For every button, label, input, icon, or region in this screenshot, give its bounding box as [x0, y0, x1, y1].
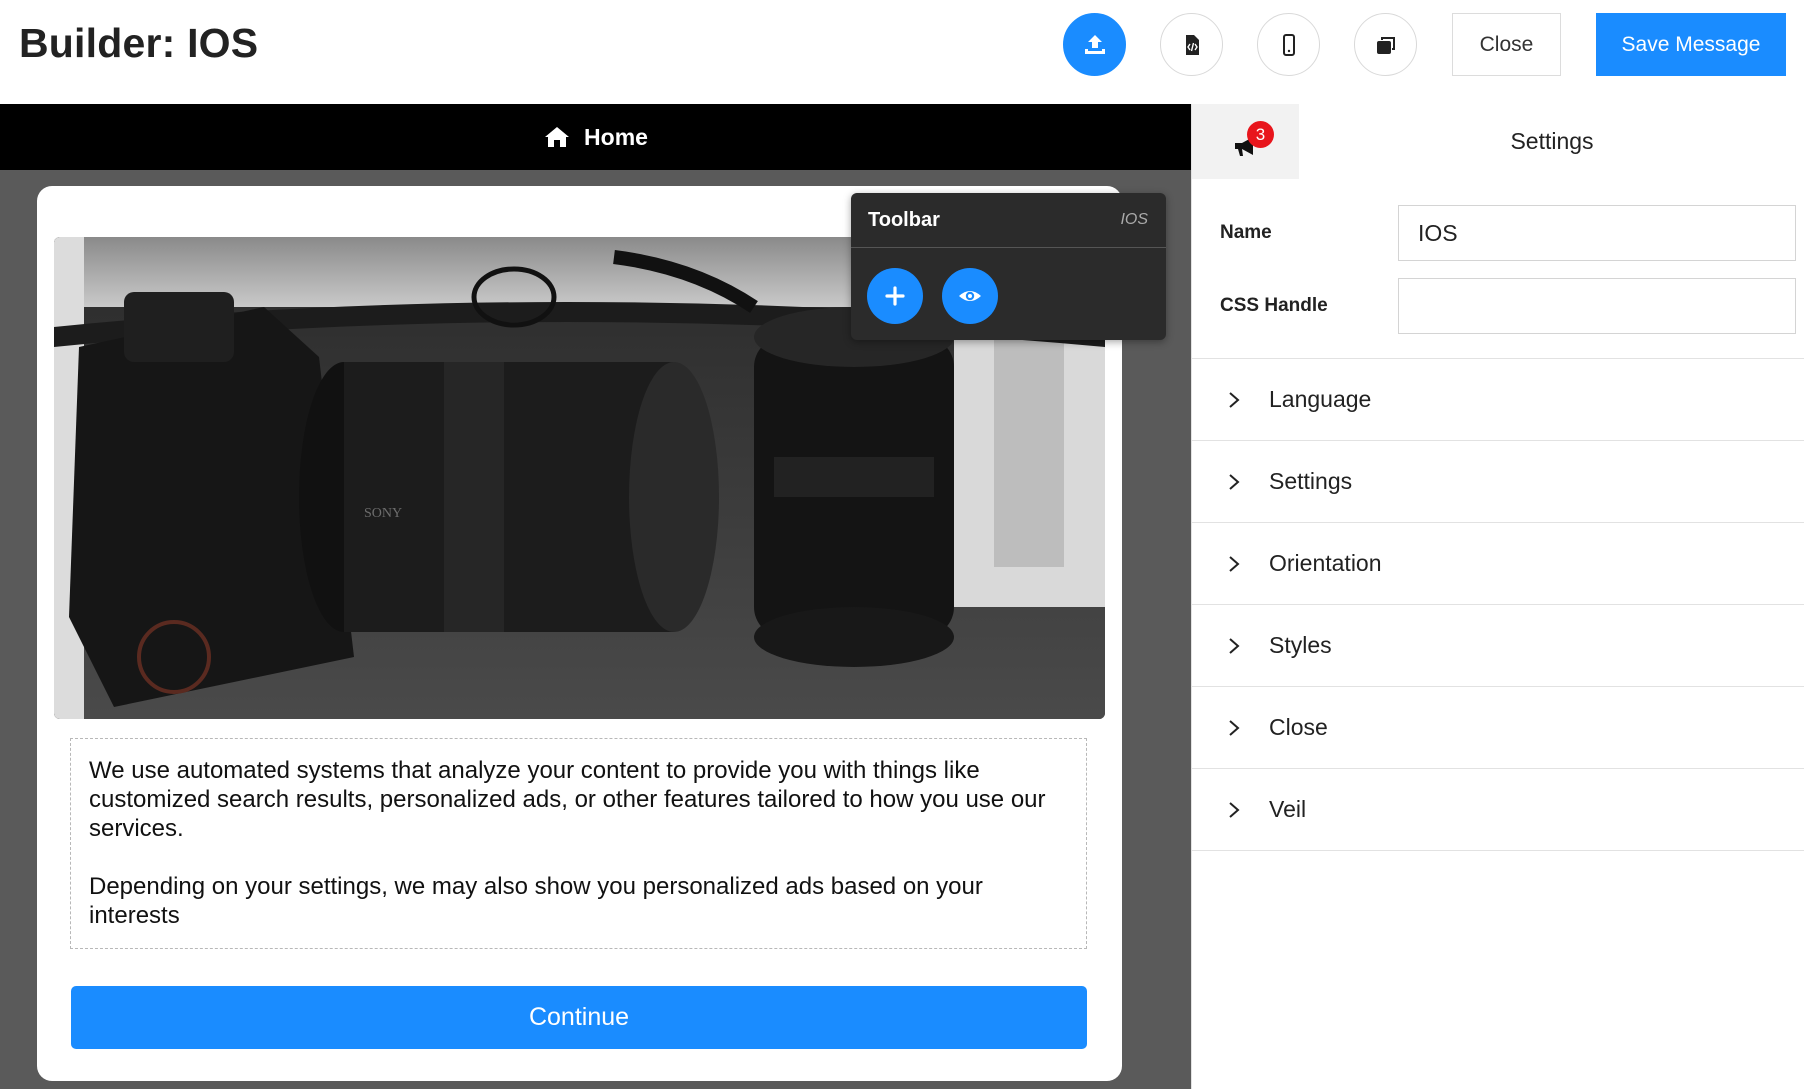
header-bar: Builder: IOS Close Save Message — [0, 0, 1804, 104]
toolbar-title: Toolbar — [868, 208, 940, 231]
continue-button[interactable]: Continue — [71, 986, 1087, 1049]
section-label: Close — [1269, 714, 1328, 740]
section-label: Veil — [1269, 796, 1307, 822]
section-styles[interactable]: Styles — [1192, 605, 1804, 687]
upload-icon — [1084, 34, 1105, 54]
section-orientation[interactable]: Orientation — [1192, 523, 1804, 605]
section-language[interactable]: Language — [1192, 359, 1804, 441]
section-label: Styles — [1269, 632, 1332, 658]
mobile-preview-button[interactable] — [1257, 13, 1320, 76]
chevron-right-icon — [1229, 719, 1240, 736]
plus-icon — [885, 286, 905, 306]
section-label: Orientation — [1269, 550, 1382, 576]
section-settings[interactable]: Settings — [1192, 441, 1804, 523]
message-paragraph-2: Depending on your settings, we may also … — [89, 873, 983, 929]
notifications-tab[interactable]: 3 — [1192, 104, 1299, 179]
duplicate-button[interactable] — [1354, 13, 1417, 76]
home-label: Home — [584, 123, 648, 150]
chevron-right-icon — [1229, 637, 1240, 654]
name-label: Name — [1220, 222, 1272, 243]
settings-section-list: Language Settings Orientation Styles Clo… — [1192, 358, 1804, 851]
preview-toggle-button[interactable] — [942, 268, 998, 324]
upload-button[interactable] — [1063, 13, 1126, 76]
home-icon — [545, 127, 570, 147]
section-veil[interactable]: Veil — [1192, 769, 1804, 851]
eye-icon — [959, 291, 981, 301]
css-handle-input[interactable] — [1398, 278, 1796, 334]
chevron-right-icon — [1229, 473, 1240, 490]
code-file-icon — [1185, 34, 1199, 55]
section-label: Language — [1269, 386, 1372, 412]
page-title: Builder: IOS — [19, 20, 259, 66]
save-message-button[interactable]: Save Message — [1596, 13, 1786, 76]
add-element-button[interactable] — [867, 268, 923, 324]
svg-text:SONY: SONY — [364, 506, 402, 521]
name-input[interactable] — [1398, 205, 1796, 261]
mobile-phone-icon — [1282, 33, 1295, 56]
section-close[interactable]: Close — [1192, 687, 1804, 769]
chevron-right-icon — [1229, 555, 1240, 572]
copy-windows-icon — [1376, 36, 1395, 54]
section-label: Settings — [1269, 468, 1353, 494]
notification-badge: 3 — [1247, 121, 1274, 148]
toolbar-tag: IOS — [1120, 211, 1148, 228]
code-file-button[interactable] — [1160, 13, 1223, 76]
message-paragraph-1: We use automated systems that analyze yo… — [89, 757, 1046, 842]
toolbar-header: Toolbar IOS — [851, 193, 1166, 248]
close-button[interactable]: Close — [1452, 13, 1561, 76]
home-nav-bar[interactable]: Home — [0, 104, 1191, 170]
chevron-right-icon — [1229, 801, 1240, 818]
settings-panel: 3 Settings Name CSS Handle Language Sett… — [1191, 104, 1804, 1089]
panel-heading: Settings — [1510, 128, 1594, 154]
chevron-right-icon — [1229, 391, 1240, 408]
element-toolbar: Toolbar IOS — [851, 193, 1166, 340]
css-handle-label: CSS Handle — [1220, 295, 1328, 316]
message-text-block[interactable]: We use automated systems that analyze yo… — [70, 738, 1087, 949]
